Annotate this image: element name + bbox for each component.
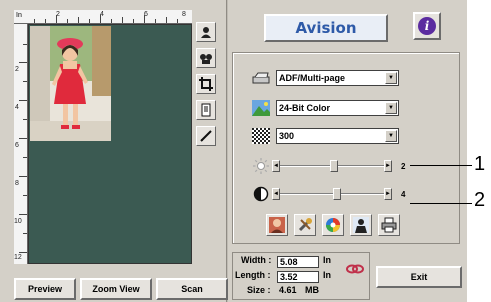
preview-button[interactable]: Preview <box>14 278 76 300</box>
width-label: Width : <box>241 255 272 265</box>
preview-tool-column <box>196 22 218 152</box>
printer-icon <box>381 217 397 233</box>
brightness-increase-arrow[interactable]: ► <box>384 160 392 172</box>
ruler-left-tick: 8 <box>15 180 19 187</box>
scanner-source-icon <box>252 70 270 86</box>
info-button[interactable]: i <box>413 12 441 40</box>
width-field[interactable]: 5.08 <box>277 256 319 268</box>
color-adjust-button[interactable] <box>322 214 344 236</box>
contrast-slider-thumb[interactable] <box>332 188 341 200</box>
auto-crop-icon[interactable] <box>196 22 216 42</box>
contrast-value: 4 <box>401 190 406 199</box>
contrast-increase-arrow[interactable]: ► <box>384 188 392 200</box>
callout-number-1: 1 <box>474 153 486 175</box>
portrait-icon <box>269 217 285 233</box>
scan-button[interactable]: Scan <box>156 278 228 300</box>
magnify-icon[interactable] <box>196 48 216 68</box>
brightness-slider-thumb[interactable] <box>329 160 338 172</box>
callout-number-2: 2 <box>474 189 486 211</box>
contrast-icon <box>252 186 270 202</box>
size-value: 4.61 <box>279 285 297 295</box>
pane-divider <box>226 0 228 302</box>
info-icon: i <box>418 17 436 35</box>
link-icon[interactable] <box>346 262 364 276</box>
callout-line-2 <box>410 203 472 204</box>
ruler-left-tick: 10 <box>14 218 22 225</box>
ruler-left-tick: 6 <box>15 142 19 149</box>
ruler-left: 2 4 6 8 10 12 <box>14 24 28 264</box>
ruler-left-tick: 2 <box>15 66 19 73</box>
portrait-filter-button[interactable] <box>266 214 288 236</box>
remove-background-button[interactable] <box>350 214 372 236</box>
scan-source-dropdown[interactable]: ADF/Multi-page ▼ <box>276 70 399 86</box>
length-label: Length : <box>235 270 271 280</box>
ruler-top: In 2 4 6 8 <box>14 10 192 24</box>
contrast-slider[interactable]: ◄ ► <box>272 188 392 200</box>
tools-button[interactable] <box>294 214 316 236</box>
size-label: Size : <box>247 285 271 295</box>
pen-icon[interactable] <box>196 126 216 146</box>
ruler-left-tick: 12 <box>14 254 22 261</box>
chevron-down-icon[interactable]: ▼ <box>385 72 397 84</box>
chevron-down-icon[interactable]: ▼ <box>385 130 397 142</box>
color-wheel-icon <box>326 218 340 232</box>
page-icon[interactable] <box>196 100 216 120</box>
resolution-icon <box>252 128 270 144</box>
brightness-icon <box>252 158 270 174</box>
width-unit: In <box>323 255 331 265</box>
length-unit: In <box>323 270 331 280</box>
brightness-slider[interactable]: ◄ ► <box>272 160 392 172</box>
ruler-left-tick: 4 <box>15 104 19 111</box>
ruler-unit-label: In <box>16 12 22 19</box>
color-mode-dropdown[interactable]: 24-Bit Color ▼ <box>276 100 399 116</box>
tools-icon <box>298 218 312 232</box>
ruler-top-tick: 8 <box>182 11 186 18</box>
resolution-dropdown[interactable]: 300 ▼ <box>276 128 399 144</box>
contrast-decrease-arrow[interactable]: ◄ <box>272 188 280 200</box>
callout-line-1 <box>410 165 472 166</box>
exit-button[interactable]: Exit <box>376 266 462 288</box>
size-unit: MB <box>305 285 319 295</box>
scanner-window: In 2 4 6 8 2 4 6 8 10 12 Avision i ADF/M… <box>0 0 467 302</box>
preview-scan-area[interactable] <box>28 24 192 264</box>
preview-photo <box>30 26 111 141</box>
scan-source-value: ADF/Multi-page <box>279 73 345 83</box>
brightness-value: 2 <box>401 162 406 171</box>
avision-logo-button[interactable]: Avision <box>264 14 388 42</box>
resolution-value: 300 <box>279 131 295 141</box>
chevron-down-icon[interactable]: ▼ <box>385 102 397 114</box>
zoom-view-button[interactable]: Zoom View <box>80 278 152 300</box>
length-field[interactable]: 3.52 <box>277 271 319 283</box>
silhouette-icon <box>353 217 369 233</box>
color-mode-icon <box>252 100 270 116</box>
crop-icon[interactable] <box>196 74 216 94</box>
settings-save-button[interactable] <box>378 214 400 236</box>
brightness-decrease-arrow[interactable]: ◄ <box>272 160 280 172</box>
color-mode-value: 24-Bit Color <box>279 103 331 113</box>
